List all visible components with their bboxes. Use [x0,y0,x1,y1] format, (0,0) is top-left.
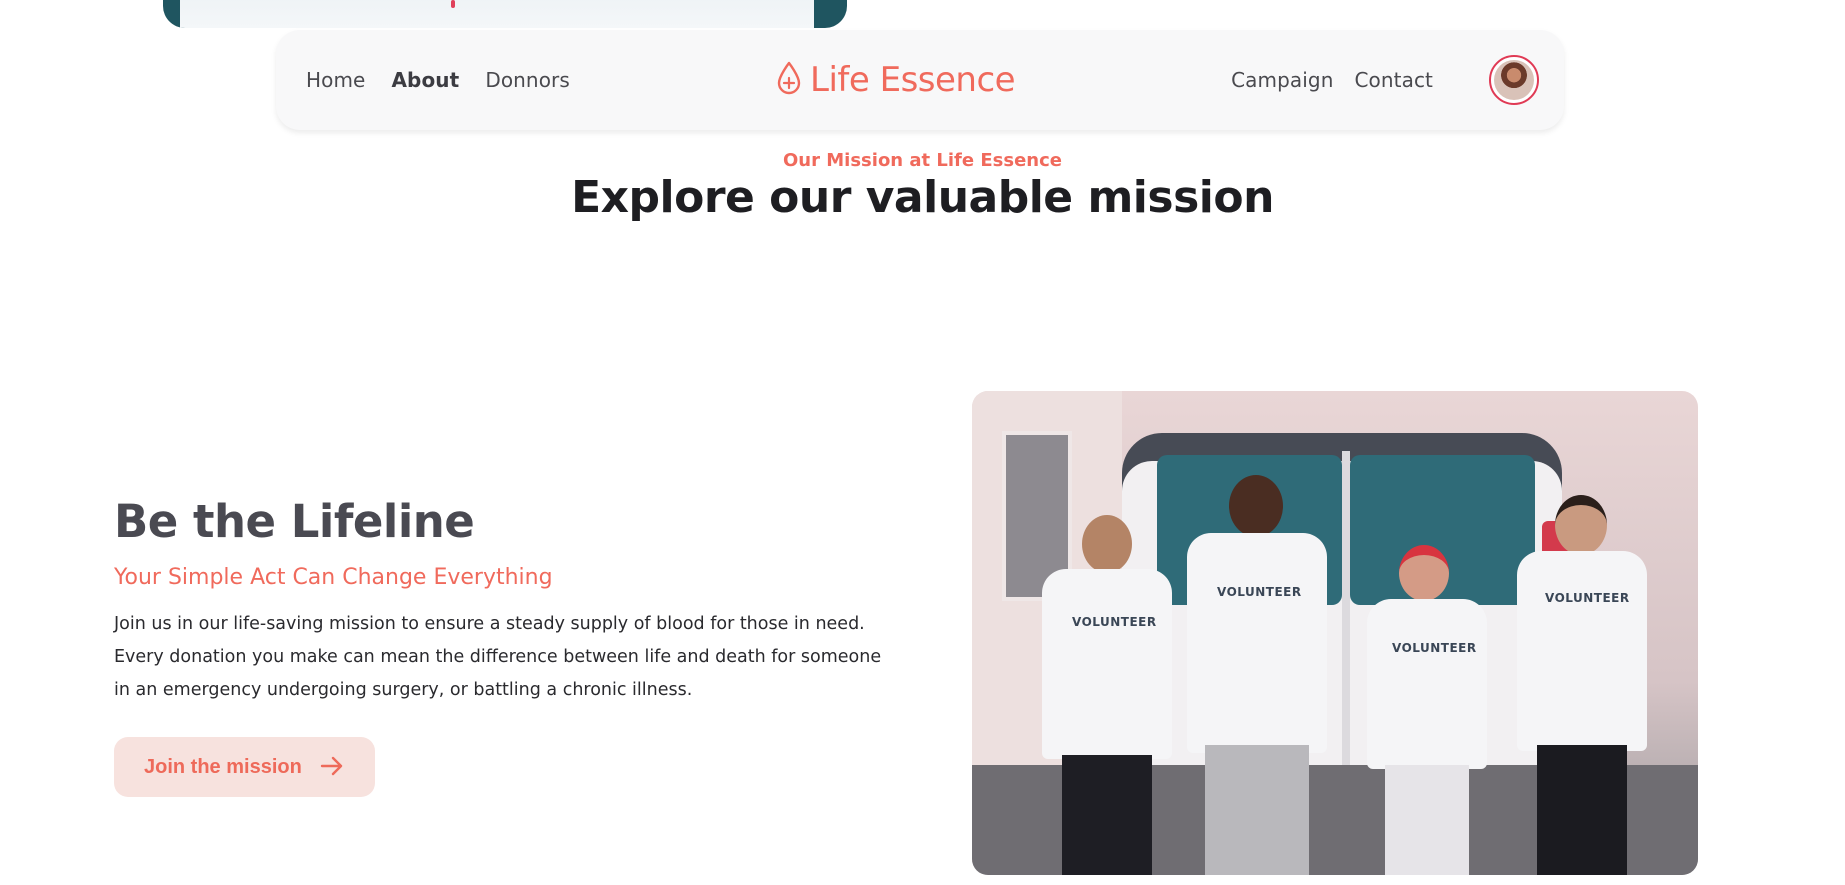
volunteer-figure: VOLUNTEER [1032,515,1182,875]
mission-eyebrow: Our Mission at Life Essence [783,150,1062,171]
brand-logo[interactable]: Life Essence [776,30,1016,130]
volunteer-figure: VOLUNTEER [1177,475,1337,875]
volunteer-legs [1205,745,1309,875]
top-image-mark [451,0,455,8]
nav-link-contact[interactable]: Contact [1354,68,1433,92]
volunteer-shirt-text: VOLUNTEER [1392,641,1477,655]
nav-left-group: Home About Donnors [306,30,570,130]
join-mission-label: Join the mission [144,755,302,778]
nav-right-group: Campaign Contact [1231,30,1433,130]
nav-link-about[interactable]: About [391,68,459,92]
feature-heading: Be the Lifeline [114,495,475,548]
volunteer-shirt [1367,599,1487,769]
volunteer-head [1555,495,1607,555]
blood-drop-plus-icon [776,61,802,99]
mission-title: Explore our valuable mission [571,172,1274,223]
volunteer-shirt [1042,569,1172,759]
user-avatar[interactable] [1489,55,1539,105]
volunteer-head [1229,475,1283,537]
navbar: Home About Donnors Life Essence Campaign… [276,30,1564,130]
volunteer-legs [1537,745,1627,875]
feature-content: Be the Lifeline Your Simple Act Can Chan… [114,495,894,797]
arrow-right-icon [320,756,344,779]
volunteer-legs [1385,765,1469,875]
feature-body: Join us in our life-saving mission to en… [114,614,882,700]
volunteer-shirt-text: VOLUNTEER [1072,615,1157,629]
top-image-content [180,0,814,28]
top-image-card [163,0,847,28]
volunteer-head [1082,515,1132,573]
volunteer-shirt-text: VOLUNTEER [1217,585,1302,599]
volunteers-photo: VOLUNTEER VOLUNTEER VOLUNTEER VOLUNTEER [972,391,1698,875]
nav-link-campaign[interactable]: Campaign [1231,68,1333,92]
volunteer-shirt [1517,551,1647,751]
brand-name: Life Essence [810,60,1016,100]
join-mission-button[interactable]: Join the mission [114,737,375,797]
volunteer-head [1399,545,1449,601]
nav-link-home[interactable]: Home [306,68,365,92]
volunteer-legs [1062,755,1152,875]
nav-link-donnors[interactable]: Donnors [485,68,570,92]
volunteer-figure: VOLUNTEER [1357,545,1497,875]
feature-subheading: Your Simple Act Can Change Everything [114,565,553,590]
volunteer-shirt-text: VOLUNTEER [1545,591,1630,605]
avatar-image [1494,60,1534,100]
volunteer-figure: VOLUNTEER [1507,495,1657,875]
volunteer-shirt [1187,533,1327,753]
